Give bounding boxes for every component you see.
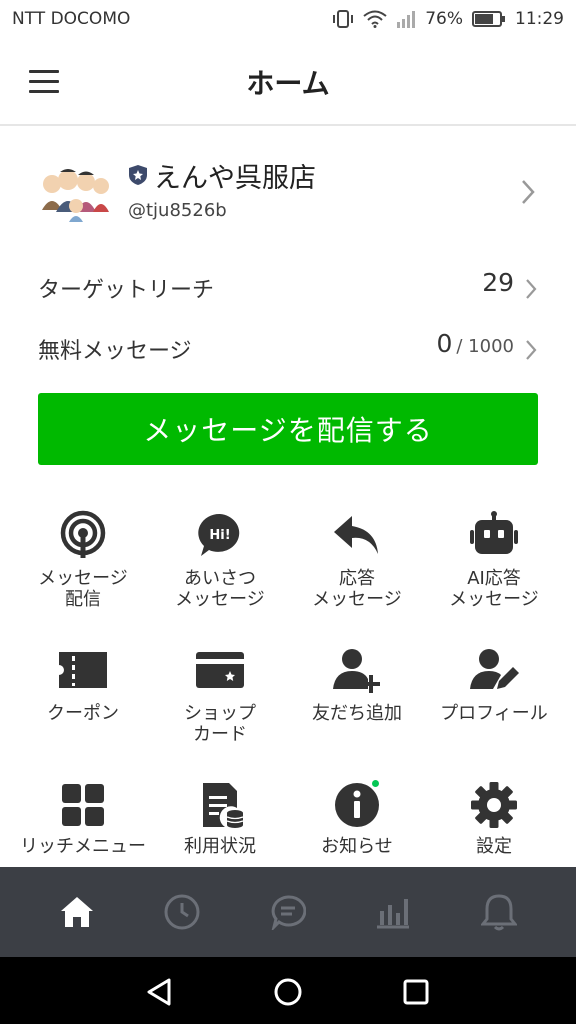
profile-edit-icon <box>470 649 519 689</box>
avatar <box>42 169 109 222</box>
wifi-icon <box>363 10 387 28</box>
tab-notifications[interactable] <box>476 889 522 935</box>
grid-label: 応答 メッセージ <box>312 568 402 610</box>
bell-icon <box>481 894 517 931</box>
gear-icon <box>471 782 517 828</box>
screen: NTT DOCOMO 76% 11:29 ホーム えんや呉服店 @tju8526… <box>0 0 576 1024</box>
robot-icon <box>470 511 518 554</box>
grid-label: ショップ カード <box>184 703 256 745</box>
grid-item-profile[interactable]: プロフィール <box>426 645 562 755</box>
grid-item-notices[interactable]: お知らせ <box>289 778 425 866</box>
grid-item-shop-card[interactable]: ショップ カード <box>152 645 288 755</box>
coupon-icon <box>59 652 107 688</box>
grid-item-add-friend[interactable]: 友だち追加 <box>289 645 425 755</box>
clock-time: 11:29 <box>515 9 564 29</box>
add-friend-icon <box>333 649 380 693</box>
free-messages-value-group: 0/ 1000 <box>436 329 514 358</box>
target-reach-label: ターゲットリーチ <box>38 278 215 303</box>
battery-percent: 76% <box>425 9 463 29</box>
svg-text:Hi!: Hi! <box>209 528 230 543</box>
target-reach-value: 29 <box>482 268 514 297</box>
account-id: @tju8526b <box>128 200 227 221</box>
app-header: ホーム <box>0 38 576 126</box>
notification-dot <box>370 778 381 789</box>
grid-item-auto-reply[interactable]: 応答 メッセージ <box>289 510 425 620</box>
free-messages-row[interactable]: 無料メッセージ 0/ 1000 <box>0 319 576 379</box>
target-reach-row[interactable]: ターゲットリーチ 29 <box>0 258 576 318</box>
home-icon <box>61 897 93 927</box>
clock-icon <box>164 894 200 930</box>
bottom-tab-bar <box>0 867 576 957</box>
page-title: ホーム <box>246 67 330 100</box>
vibrate-icon <box>333 10 354 28</box>
grid-label: 設定 <box>476 836 512 857</box>
grid-label: プロフィール <box>440 703 548 724</box>
grid-label: AI応答 メッセージ <box>449 568 539 610</box>
status-icons: 76% 11:29 <box>332 9 564 29</box>
back-icon[interactable] <box>142 975 176 1009</box>
hi-bubble-icon: Hi! <box>198 513 240 556</box>
tab-home[interactable] <box>54 889 100 935</box>
grid-label: お知らせ <box>321 836 393 857</box>
recents-square-icon[interactable] <box>399 975 433 1009</box>
verified-shield-icon <box>129 165 147 185</box>
grid-label: あいさつ メッセージ <box>175 568 265 610</box>
account-name: えんや呉服店 <box>154 163 316 194</box>
chevron-right-icon <box>526 340 537 360</box>
grid-item-ai-reply[interactable]: AI応答 メッセージ <box>426 510 562 620</box>
grid-label: 友だち追加 <box>312 703 402 724</box>
status-bar: NTT DOCOMO 76% 11:29 <box>0 0 576 38</box>
free-messages-label: 無料メッセージ <box>38 339 192 364</box>
system-nav-bar <box>0 957 576 1024</box>
grid-item-greeting-message[interactable]: Hi! あいさつ メッセージ <box>152 510 288 620</box>
grid-item-coupon[interactable]: クーポン <box>15 645 151 755</box>
grid-label: リッチメニュー <box>20 836 146 857</box>
usage-icon <box>203 783 244 828</box>
battery-icon <box>472 11 505 27</box>
bar-chart-icon <box>377 899 409 929</box>
grid-label: クーポン <box>47 703 119 724</box>
chat-icon <box>271 895 306 930</box>
tab-history[interactable] <box>159 889 205 935</box>
account-card[interactable]: えんや呉服店 @tju8526b <box>0 140 576 250</box>
chevron-right-icon <box>526 279 537 299</box>
grid-item-rich-menu[interactable]: リッチメニュー <box>15 778 151 866</box>
grid-item-settings[interactable]: 設定 <box>426 778 562 866</box>
shop-card-icon <box>196 652 244 688</box>
rich-menu-icon <box>62 784 104 826</box>
reply-arrow-icon <box>334 516 378 554</box>
tab-chat[interactable] <box>265 889 311 935</box>
tab-stats[interactable] <box>370 889 416 935</box>
broadcast-icon <box>60 510 106 558</box>
signal-icon <box>397 11 416 28</box>
grid-item-usage[interactable]: 利用状況 <box>152 778 288 866</box>
grid-label: 利用状況 <box>184 836 256 857</box>
grid-item-message-broadcast[interactable]: メッセージ 配信 <box>15 510 151 620</box>
chevron-right-icon <box>522 180 535 204</box>
home-circle-icon[interactable] <box>271 975 305 1009</box>
send-message-button[interactable]: メッセージを配信する <box>38 393 538 465</box>
carrier-label: NTT DOCOMO <box>12 9 131 29</box>
free-messages-limit: / 1000 <box>456 336 514 357</box>
grid-label: メッセージ 配信 <box>38 568 128 610</box>
free-messages-value: 0 <box>436 329 453 358</box>
